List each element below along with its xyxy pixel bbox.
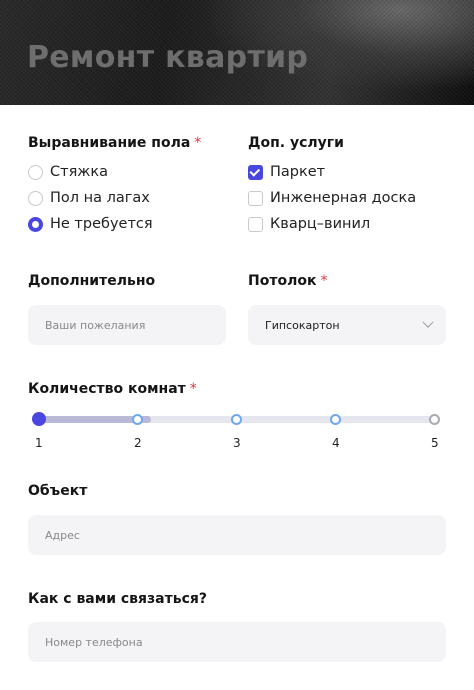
object-label: Объект bbox=[28, 483, 88, 499]
floor-leveling-label: Выравнивание пола * bbox=[28, 135, 201, 151]
rooms-count-label: Количество комнат * bbox=[28, 381, 197, 397]
checkbox-option-engineered-board[interactable]: Инженерная доска bbox=[248, 190, 416, 206]
checkbox[interactable] bbox=[248, 190, 263, 206]
checkbox[interactable] bbox=[248, 216, 263, 232]
contact-label: Как с вами связаться? bbox=[28, 591, 207, 607]
ceiling-select-value: Гипсокартон bbox=[265, 318, 340, 332]
rooms-count-label-text: Количество комнат bbox=[28, 381, 186, 397]
hero-banner: Ремонт квартир bbox=[0, 0, 474, 105]
radio-button[interactable] bbox=[28, 164, 43, 180]
required-mark: * bbox=[194, 135, 202, 151]
checkbox-option-parquet[interactable]: Паркет bbox=[248, 164, 325, 180]
address-input[interactable]: Адрес bbox=[28, 515, 446, 555]
radio-option-label: Пол на лагах bbox=[50, 190, 150, 206]
rooms-slider[interactable]: 1 2 3 4 5 bbox=[28, 412, 446, 452]
radio-option-screed[interactable]: Стяжка bbox=[28, 164, 108, 180]
chevron-down-icon bbox=[422, 316, 434, 328]
slider-tick-label: 2 bbox=[134, 436, 142, 450]
radio-option-not-required[interactable]: Не требуется bbox=[28, 216, 153, 232]
slider-tick-label: 4 bbox=[332, 436, 340, 450]
checkbox-option-label: Кварц–винил bbox=[270, 216, 371, 232]
phone-input[interactable]: Номер телефона bbox=[28, 622, 446, 662]
slider-stop-5[interactable] bbox=[429, 414, 440, 425]
radio-button-selected[interactable] bbox=[28, 216, 43, 232]
additional-label: Дополнительно bbox=[28, 273, 156, 289]
checkbox-option-label: Инженерная доска bbox=[270, 190, 417, 206]
slider-stop-4[interactable] bbox=[330, 414, 341, 425]
slider-tick-label: 3 bbox=[233, 436, 241, 450]
wishes-input[interactable]: Ваши пожелания bbox=[28, 305, 226, 345]
ceiling-label-text: Потолок bbox=[248, 273, 317, 289]
required-mark: * bbox=[189, 381, 197, 397]
floor-leveling-label-text: Выравнивание пола bbox=[28, 135, 191, 151]
slider-handle[interactable] bbox=[32, 412, 46, 426]
ceiling-select[interactable]: Гипсокартон bbox=[248, 305, 446, 345]
slider-stop-2[interactable] bbox=[132, 414, 143, 425]
radio-option-label: Стяжка bbox=[50, 164, 108, 180]
slider-stop-3[interactable] bbox=[231, 414, 242, 425]
checkbox-checked[interactable] bbox=[248, 164, 263, 180]
slider-tick-label: 1 bbox=[35, 436, 43, 450]
extra-services-label: Доп. услуги bbox=[248, 135, 344, 151]
ceiling-label: Потолок * bbox=[248, 273, 327, 289]
slider-tick-label: 5 bbox=[431, 436, 439, 450]
checkbox-option-quartz-vinyl[interactable]: Кварц–винил bbox=[248, 216, 370, 232]
page-title: Ремонт квартир bbox=[27, 40, 309, 75]
required-mark: * bbox=[320, 273, 328, 289]
radio-option-joists[interactable]: Пол на лагах bbox=[28, 190, 150, 206]
checkbox-option-label: Паркет bbox=[270, 164, 326, 180]
radio-button[interactable] bbox=[28, 190, 43, 206]
radio-option-label: Не требуется bbox=[50, 216, 153, 232]
